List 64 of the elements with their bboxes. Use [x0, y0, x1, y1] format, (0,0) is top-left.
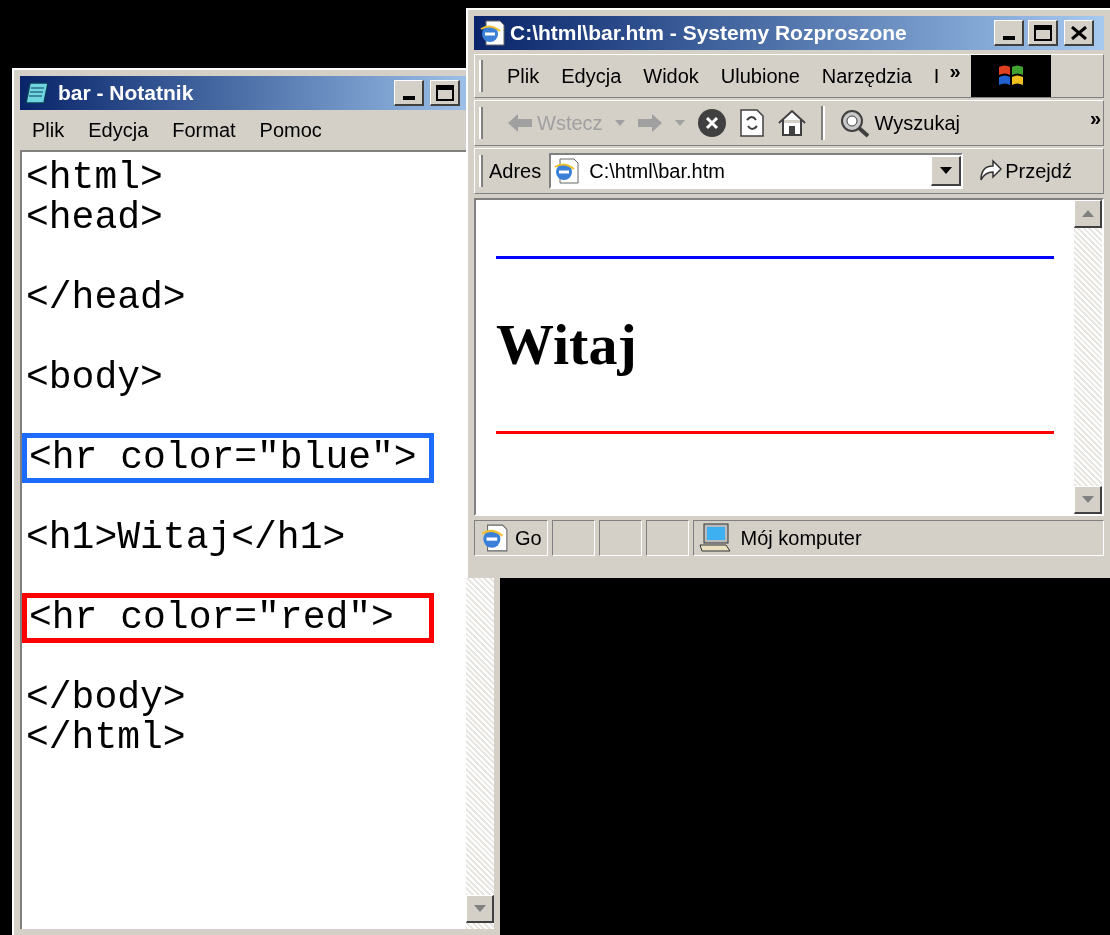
browser-page-icon [479, 523, 509, 553]
maximize-icon [435, 84, 454, 101]
menu-item[interactable]: Format [172, 115, 236, 145]
maximize-button[interactable] [430, 80, 460, 106]
zone-label: Mój komputer [740, 526, 862, 551]
search-button[interactable]: Wyszukaj [832, 108, 966, 138]
menu-item[interactable]: Widok [643, 61, 699, 91]
left-arrow-icon [507, 113, 533, 133]
maximize-button[interactable] [1028, 20, 1058, 46]
status-pane [552, 520, 596, 556]
caret-icon [939, 167, 952, 174]
minimize-button[interactable] [994, 20, 1024, 46]
stop-icon [696, 108, 727, 138]
close-button[interactable] [1064, 20, 1094, 46]
code-line: <head> [26, 198, 163, 238]
down-arrow-icon [1081, 496, 1094, 503]
code-line: <html> [26, 158, 163, 198]
go-button[interactable]: Przejdź [977, 156, 1072, 186]
address-text: C:\html\bar.htm [589, 159, 726, 184]
address-field[interactable]: C:\html\bar.htm [549, 153, 964, 189]
scroll-down-button[interactable] [1074, 486, 1102, 514]
up-arrow-icon [1081, 210, 1094, 217]
go-label: Przejdź [1005, 159, 1072, 184]
menu-item[interactable]: Pomoc [259, 115, 322, 145]
menu-item[interactable]: Narzędzia [821, 61, 912, 91]
more-chevron[interactable]: » [949, 56, 961, 86]
right-arrow-icon [636, 113, 663, 133]
status-pane [599, 520, 643, 556]
refresh-icon [738, 108, 765, 138]
code-line: <body> [26, 358, 163, 398]
home-icon [776, 109, 807, 137]
scroll-up-button[interactable] [1074, 200, 1102, 228]
window-title: C:\html\bar.htm - Systemy Rozproszone [510, 20, 908, 47]
minimize-icon [1002, 36, 1015, 40]
menu-item[interactable]: I [933, 61, 940, 91]
menu-item[interactable]: Edycja [561, 61, 622, 91]
minimize-icon [402, 96, 415, 100]
code-line: </head> [26, 278, 186, 318]
code-line: </body> [26, 678, 186, 718]
down-arrow-icon [473, 905, 486, 912]
close-icon [1070, 25, 1087, 40]
scroll-down-button[interactable] [466, 895, 494, 923]
more-chevron[interactable]: » [1089, 103, 1102, 133]
code-line: <h1>Witaj</h1> [26, 518, 346, 558]
status-text: Go [515, 526, 542, 551]
menu-item[interactable]: Ulubione [720, 61, 800, 91]
dropdown-button[interactable] [931, 156, 962, 186]
maximize-icon [1033, 24, 1052, 41]
status-pane [646, 520, 690, 556]
browser-page-icon [478, 19, 506, 47]
page-heading: Witaj [496, 313, 637, 377]
scrollbar[interactable] [466, 575, 494, 929]
window-title: bar - Notatnik [58, 80, 195, 107]
notepad-icon [24, 80, 52, 106]
menu-item[interactable]: Plik [32, 115, 65, 145]
caret-icon [674, 120, 685, 126]
caret-icon [614, 120, 625, 126]
search-icon [838, 108, 871, 138]
menu-item[interactable]: Edycja [88, 115, 149, 145]
menu-item[interactable]: Plik [507, 61, 540, 91]
code-line: </html> [26, 718, 186, 758]
computer-icon [698, 523, 733, 553]
minimize-button[interactable] [394, 80, 424, 106]
scrollbar[interactable] [1074, 200, 1102, 514]
